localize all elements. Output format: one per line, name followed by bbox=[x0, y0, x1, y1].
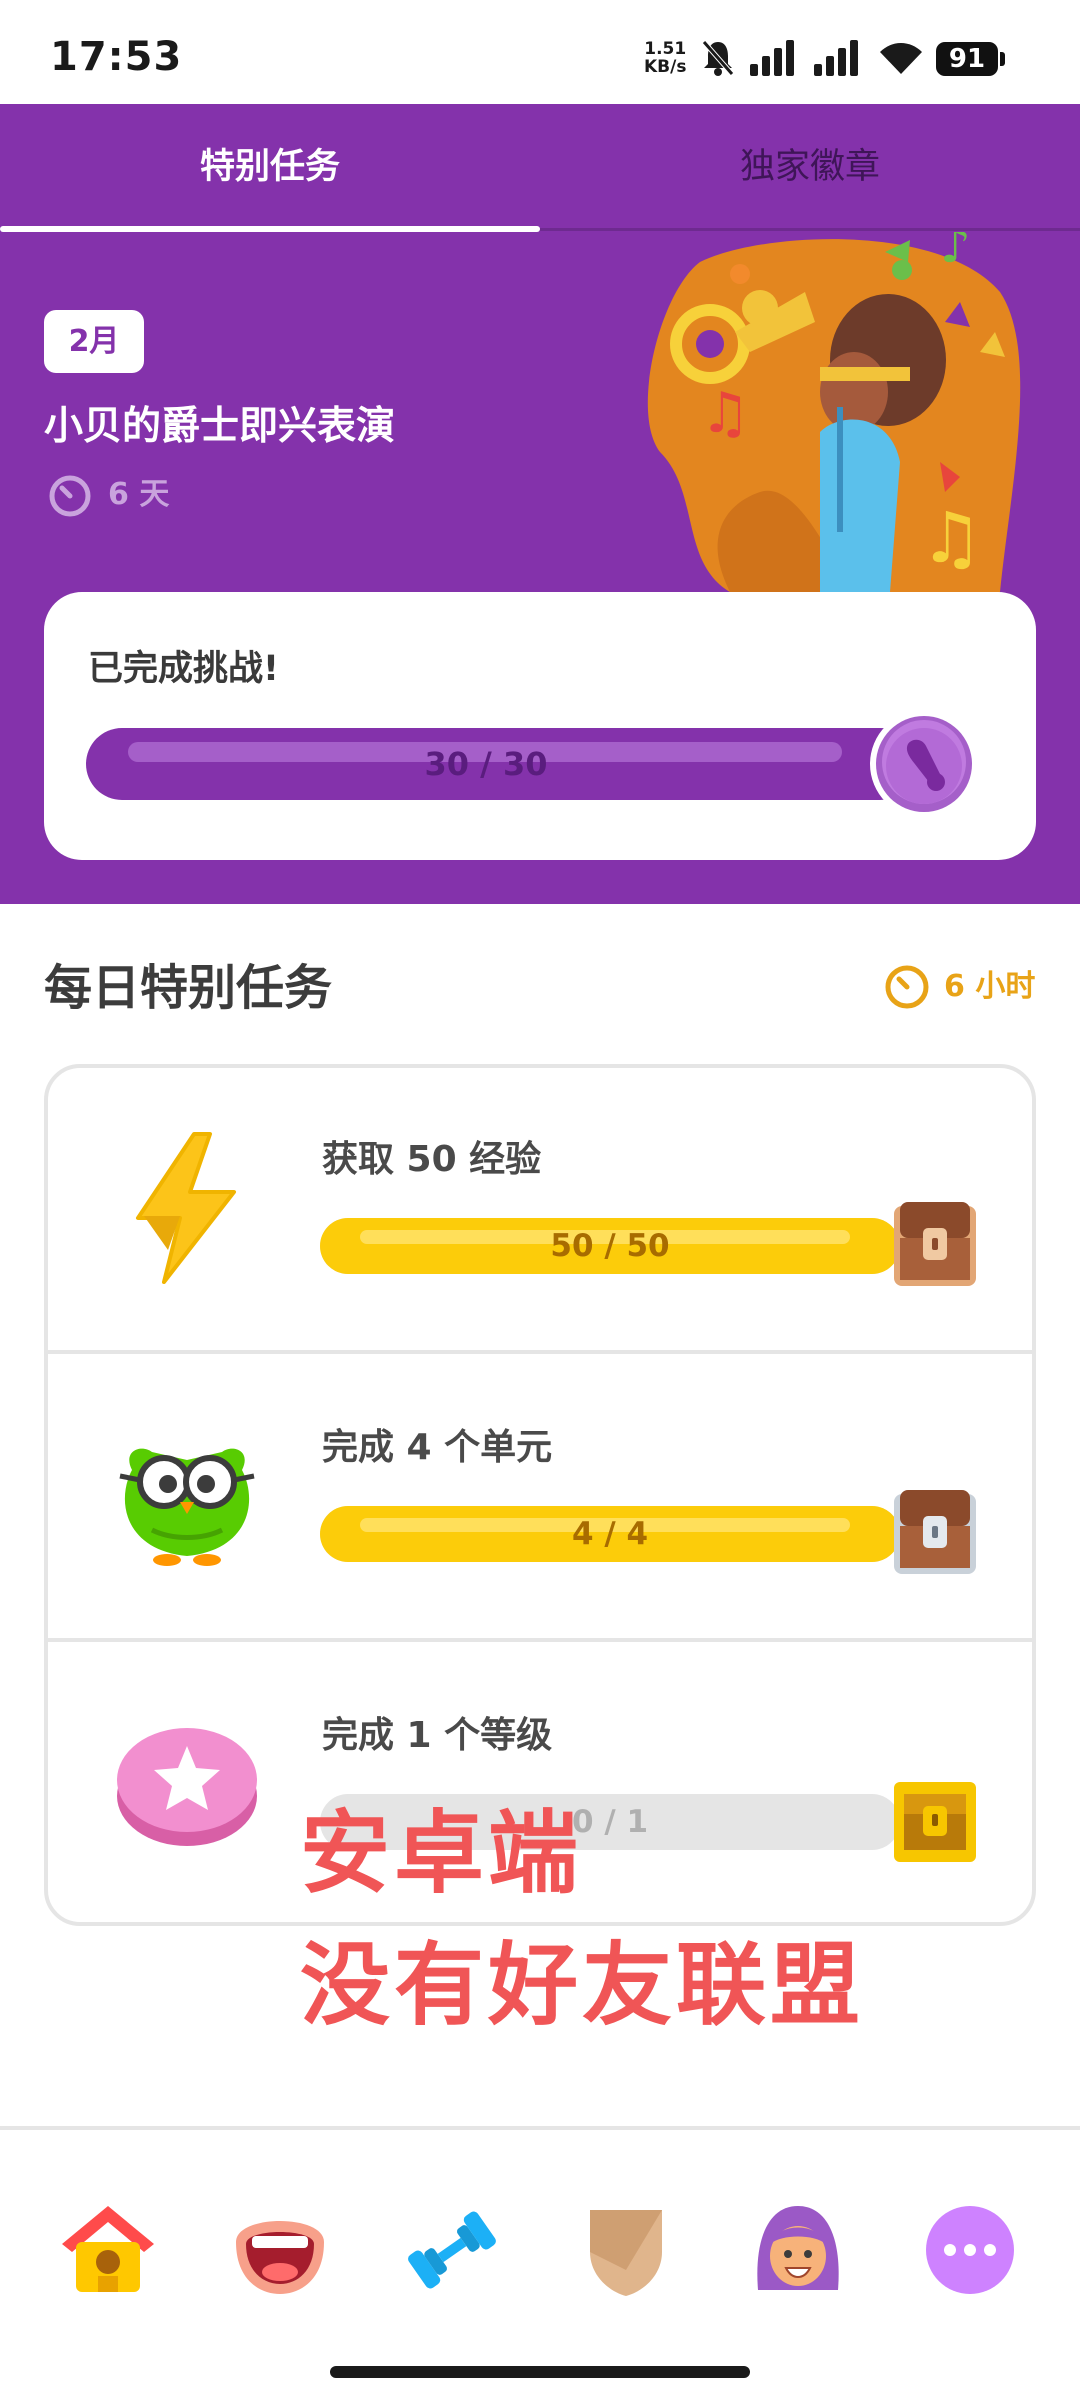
lightning-icon bbox=[136, 1132, 236, 1284]
timer-icon bbox=[49, 475, 91, 517]
home-indicator[interactable] bbox=[330, 2366, 750, 2378]
battery-nub bbox=[1000, 52, 1005, 66]
tab-exclusive-badges[interactable]: 独家徽章 bbox=[540, 104, 1080, 230]
silver-chest-icon bbox=[894, 1490, 976, 1574]
shield-icon[interactable] bbox=[576, 2200, 676, 2300]
profile-avatar-icon[interactable] bbox=[748, 2200, 848, 2300]
signal-2-icon bbox=[814, 40, 858, 76]
svg-text:♫: ♫ bbox=[920, 497, 983, 579]
bell-muted-icon bbox=[702, 40, 734, 76]
challenge-status: 已完成挑战! bbox=[88, 649, 279, 689]
bronze-chest-icon bbox=[894, 1202, 976, 1286]
signal-1-icon bbox=[750, 40, 794, 76]
quest-divider bbox=[48, 1638, 1032, 1642]
quest-label: 获取 50 经验 bbox=[322, 1139, 542, 1180]
battery-indicator: 91 bbox=[936, 42, 998, 76]
quest-progress-text: 50 / 50 bbox=[550, 1228, 670, 1264]
quest-progress-bar: 4 / 4 bbox=[320, 1506, 900, 1562]
event-title: 小贝的爵士即兴表演 bbox=[44, 404, 396, 449]
month-badge: 2月 bbox=[44, 310, 144, 373]
status-bar: 17:53 1.51 KB/s 91 bbox=[0, 0, 1080, 104]
annotation-overlay-line-2: 没有好友联盟 bbox=[300, 1933, 864, 2038]
quest-divider bbox=[48, 1350, 1032, 1354]
svg-text:♪: ♪ bbox=[940, 232, 971, 274]
active-tab-indicator bbox=[0, 226, 540, 232]
dumbbell-icon[interactable] bbox=[402, 2200, 502, 2300]
timer-icon bbox=[885, 965, 929, 1009]
daily-timer: 6 小时 bbox=[944, 969, 1036, 1004]
owl-glasses-icon bbox=[119, 1448, 255, 1566]
gold-chest-icon bbox=[894, 1782, 976, 1862]
quest-progress-bar: 50 / 50 bbox=[320, 1218, 900, 1274]
tab-divider bbox=[540, 228, 1080, 231]
pink-star-button-icon bbox=[117, 1728, 257, 1846]
speaking-mouth-icon[interactable] bbox=[230, 2200, 330, 2300]
home-icon[interactable] bbox=[58, 2200, 158, 2300]
status-time: 17:53 bbox=[50, 34, 183, 80]
challenge-progress-text: 30 / 30 bbox=[424, 745, 548, 783]
quest-label: 完成 1 个等级 bbox=[322, 1715, 553, 1756]
wifi-icon bbox=[880, 43, 922, 74]
svg-text:♫: ♫ bbox=[700, 381, 750, 446]
saxophone-medal-icon bbox=[870, 710, 978, 818]
quest-progress-text: 4 / 4 bbox=[571, 1516, 649, 1552]
tab-special-quests[interactable]: 特别任务 bbox=[0, 104, 540, 230]
quest-label: 完成 4 个单元 bbox=[322, 1427, 553, 1468]
annotation-overlay-line-1: 安卓端 bbox=[300, 1801, 582, 1906]
network-speed: 1.51 KB/s bbox=[644, 39, 687, 77]
daily-quests-title: 每日特别任务 bbox=[44, 960, 333, 1016]
more-icon[interactable] bbox=[920, 2200, 1020, 2300]
bottom-nav-divider bbox=[0, 2126, 1080, 2130]
jazz-performer-illustration: ♫ ♫ ♪ bbox=[647, 232, 1021, 592]
event-days-left: 6 天 bbox=[108, 477, 170, 512]
